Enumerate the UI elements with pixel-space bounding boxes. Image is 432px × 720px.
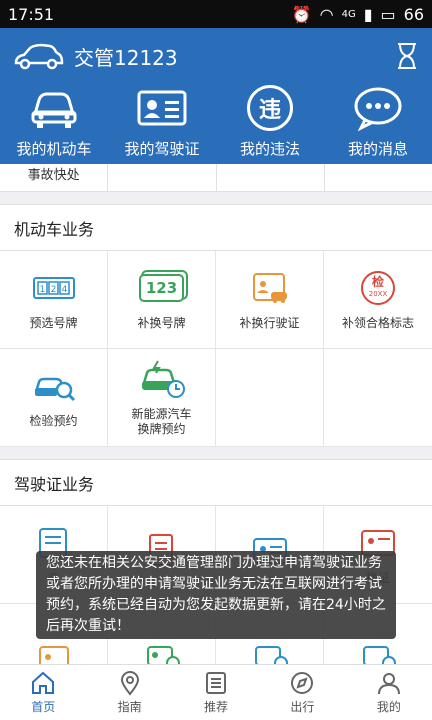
service-label: 新能源汽车 换牌预约	[131, 407, 191, 437]
location-pin-icon	[120, 671, 139, 696]
service-plate-preselect[interactable]: 1 2 4 预选号牌	[0, 251, 108, 349]
service-label: 事故快处	[27, 168, 80, 183]
vehicle-business-section: 机动车业务 1 2 4 预选号牌 123 补换号牌 补换行驶证 检 20XX 补…	[0, 204, 432, 447]
vehicle-license-icon	[252, 273, 287, 303]
message-icon	[354, 87, 402, 132]
quick-nav-my-license[interactable]: 我的驾驶证	[108, 84, 216, 164]
service-label: 预选号牌	[29, 316, 78, 330]
service-replace-vehicle-license[interactable]: 补换行驶证	[216, 251, 324, 349]
app-header: 交管12123 我的机动车 我的驾驶证 违 我的违法 我的消息	[0, 28, 432, 164]
svg-text:2: 2	[50, 285, 56, 295]
service-label-line1: 新能源汽车	[131, 406, 192, 421]
inspection-glyph: 检	[371, 275, 384, 289]
service-inspection-booking[interactable]: 检验预约	[0, 349, 108, 447]
signal-icon: ▮	[363, 4, 373, 24]
service-cell-empty	[325, 164, 432, 191]
tab-guide[interactable]: 指南	[86, 665, 172, 720]
battery-icon: ▭	[380, 4, 396, 24]
service-ev-plate-booking[interactable]: 新能源汽车 换牌预约	[108, 349, 216, 447]
quick-nav-my-vehicle[interactable]: 我的机动车	[0, 84, 108, 164]
status-time: 17:51	[8, 4, 55, 24]
tab-label: 出行	[290, 700, 315, 714]
service-cell-empty	[108, 164, 217, 191]
alarm-icon: ⏰	[291, 4, 312, 24]
service-label: 补换行驶证	[239, 316, 300, 330]
tab-label: 推荐	[204, 700, 229, 714]
list-icon	[206, 672, 227, 694]
compass-icon	[291, 672, 314, 694]
quick-nav-my-violation[interactable]: 违 我的违法	[216, 84, 324, 164]
service-label: 补换号牌	[137, 316, 186, 330]
bottom-tab-bar: 首页 指南 推荐 出行 我的	[0, 664, 432, 720]
svg-text:4: 4	[61, 285, 67, 295]
tab-label: 首页	[31, 700, 56, 714]
battery-level: 66	[403, 4, 424, 24]
service-inspection-mark[interactable]: 检 20XX 补领合格标志	[324, 251, 432, 349]
tab-travel[interactable]: 出行	[259, 665, 345, 720]
tab-mine[interactable]: 我的	[346, 665, 432, 720]
service-cell-empty	[217, 164, 325, 191]
service-accident-quick[interactable]: 事故快处	[0, 164, 109, 191]
id-card-icon	[137, 90, 187, 126]
network-label: 4G	[341, 8, 356, 20]
app-title: 交管12123	[74, 45, 178, 70]
replace-plate-icon: 123	[138, 268, 186, 308]
ev-plate-icon	[141, 360, 185, 398]
vehicle-service-grid: 1 2 4 预选号牌 123 补换号牌 补换行驶证 检 20XX 补领合格标志 …	[0, 251, 432, 447]
car-logo-icon	[14, 43, 64, 70]
quick-nav-label: 我的违法	[239, 140, 300, 158]
quick-nav-label: 我的消息	[347, 140, 408, 158]
violation-glyph: 违	[247, 85, 293, 131]
tab-recommend[interactable]: 推荐	[173, 665, 259, 720]
status-bar: 17:51 ⏰ ◠ 4G ▮ ▭ 66	[0, 0, 432, 28]
inspection-booking-icon	[34, 377, 75, 402]
plate-number-icon: 1 2 4	[32, 277, 75, 299]
service-label: 补领合格标志	[341, 316, 414, 330]
quick-nav-label: 我的机动车	[16, 140, 92, 158]
app-bar: 交管12123	[0, 28, 432, 84]
service-cell-empty	[216, 349, 324, 447]
service-label: 检验预约	[29, 414, 78, 428]
hourglass-icon[interactable]	[394, 41, 420, 71]
inspection-year-glyph: 20XX	[368, 290, 388, 298]
replace-plate-glyph: 123	[138, 274, 185, 302]
inspection-mark-icon: 检 20XX	[354, 268, 402, 308]
service-label-line2: 换牌预约	[137, 421, 186, 436]
toast-message: 您还未在相关公安交通管理部门办理过申请驾驶证业务或者您所办理的申请驾驶证业务无法…	[36, 551, 396, 639]
tab-home[interactable]: 首页	[0, 665, 86, 720]
home-icon	[32, 671, 55, 694]
car-icon	[31, 92, 77, 128]
quick-nav-my-messages[interactable]: 我的消息	[324, 84, 432, 164]
quick-nav: 我的机动车 我的驾驶证 违 我的违法 我的消息	[0, 84, 432, 164]
section-title: 机动车业务	[0, 205, 432, 251]
tab-label: 指南	[117, 700, 142, 714]
user-icon	[377, 673, 400, 695]
service-replace-plate[interactable]: 123 补换号牌	[108, 251, 216, 349]
wifi-icon: ◠	[319, 4, 334, 24]
section-title: 驾驶证业务	[0, 460, 432, 506]
partial-service-row: 事故快处	[0, 164, 432, 192]
service-cell-empty	[324, 349, 432, 447]
quick-nav-label: 我的驾驶证	[124, 140, 200, 158]
svg-text:1: 1	[39, 285, 45, 295]
tab-label: 我的	[376, 700, 401, 714]
violation-icon: 违	[243, 84, 297, 132]
